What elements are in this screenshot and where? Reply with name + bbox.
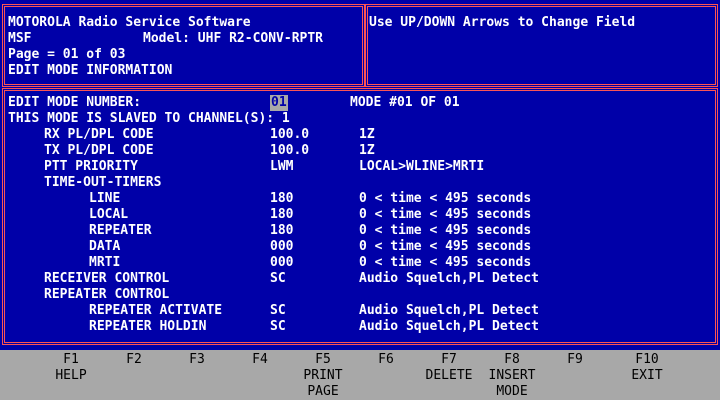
f8-key-name: F8 — [504, 352, 520, 367]
f1-key[interactable]: F1 HELP — [46, 352, 96, 384]
tot-local-field[interactable]: 180 — [270, 207, 293, 223]
repeater-holdin-label: REPEATER HOLDIN — [89, 319, 207, 334]
tot-data-field[interactable]: 000 — [270, 239, 293, 255]
repeater-holdin-field[interactable]: SC — [270, 319, 286, 335]
function-key-bar: F1 HELP F2 F3 F4 F5 PRINT PAGE F6 F7 DELETE… — [0, 350, 720, 400]
f8-key[interactable]: F8 INSERT MODE — [482, 352, 542, 400]
receiver-control-label: RECEIVER CONTROL — [44, 271, 170, 286]
f5-key-label: PRINT PAGE — [303, 368, 343, 399]
f5-key[interactable]: F5 PRINT PAGE — [298, 352, 348, 400]
repeater-activate-label: REPEATER ACTIVATE — [89, 303, 223, 318]
f7-key[interactable]: F7 DELETE — [420, 352, 478, 384]
tot-data-desc: 0 < time < 495 seconds — [359, 239, 532, 254]
tot-repeater-desc: 0 < time < 495 seconds — [359, 223, 532, 238]
receiver-control-desc: Audio Squelch,PL Detect — [359, 271, 540, 286]
tot-line-label: LINE — [89, 191, 121, 206]
rx-code-desc: 1Z — [359, 127, 375, 142]
repeater-activate-field[interactable]: SC — [270, 303, 286, 319]
f4-key[interactable]: F4 — [235, 352, 285, 368]
slaved-channels: THIS MODE IS SLAVED TO CHANNEL(S): 1 — [8, 111, 290, 126]
f9-key[interactable]: F9 — [550, 352, 600, 368]
f10-key[interactable]: F10 EXIT — [620, 352, 674, 384]
tot-data-label: DATA — [89, 239, 121, 254]
rx-code-field[interactable]: 100.0 — [270, 127, 309, 143]
f7-key-name: F7 — [441, 352, 457, 367]
f6-key[interactable]: F6 — [361, 352, 411, 368]
ptt-priority-label: PTT PRIORITY — [44, 159, 138, 174]
f3-key-name: F3 — [189, 352, 205, 367]
time-out-timers-label: TIME-OUT-TIMERS — [44, 175, 162, 190]
rss-screen: MOTOROLA Radio Service Software MSF Mode… — [0, 0, 720, 400]
tx-code-label: TX PL/DPL CODE — [44, 143, 154, 158]
f6-key-name: F6 — [378, 352, 394, 367]
repeater-control-label: REPEATER CONTROL — [44, 287, 170, 302]
f4-key-name: F4 — [252, 352, 268, 367]
rx-code-label: RX PL/DPL CODE — [44, 127, 154, 142]
f10-key-label: EXIT — [631, 368, 663, 383]
navigation-hint: Use UP/DOWN Arrows to Change Field — [369, 15, 636, 30]
tx-code-field[interactable]: 100.0 — [270, 143, 309, 159]
tot-line-desc: 0 < time < 495 seconds — [359, 191, 532, 206]
radio-model: Model: UHF R2-CONV-RPTR — [143, 31, 324, 46]
ptt-priority-field[interactable]: LWM — [270, 159, 293, 175]
mode-count: MODE #01 OF 01 — [350, 95, 460, 110]
edit-mode-number-field[interactable]: 01 — [270, 95, 288, 111]
repeater-activate-desc: Audio Squelch,PL Detect — [359, 303, 540, 318]
tot-line-field[interactable]: 180 — [270, 191, 293, 207]
f1-key-name: F1 — [63, 352, 79, 367]
tot-local-desc: 0 < time < 495 seconds — [359, 207, 532, 222]
tot-repeater-label: REPEATER — [89, 223, 152, 238]
tot-mrti-label: MRTI — [89, 255, 121, 270]
f10-key-name: F10 — [635, 352, 659, 367]
repeater-holdin-desc: Audio Squelch,PL Detect — [359, 319, 540, 334]
section-title: EDIT MODE INFORMATION — [8, 63, 173, 78]
tot-repeater-field[interactable]: 180 — [270, 223, 293, 239]
f3-key[interactable]: F3 — [172, 352, 222, 368]
f2-key[interactable]: F2 — [109, 352, 159, 368]
ptt-priority-desc: LOCAL>WLINE>MRTI — [359, 159, 485, 174]
f9-key-name: F9 — [567, 352, 583, 367]
f7-key-label: DELETE — [425, 368, 473, 383]
tx-code-desc: 1Z — [359, 143, 375, 158]
radio-id: MSF — [8, 31, 32, 46]
f5-key-name: F5 — [315, 352, 331, 367]
receiver-control-field[interactable]: SC — [270, 271, 286, 287]
f2-key-name: F2 — [126, 352, 142, 367]
app-title: MOTOROLA Radio Service Software — [8, 15, 251, 30]
edit-mode-number-label: EDIT MODE NUMBER: — [8, 95, 142, 110]
page-indicator: Page = 01 of 03 — [8, 47, 126, 62]
f8-key-label: INSERT MODE — [488, 368, 536, 399]
f1-key-label: HELP — [55, 368, 87, 383]
tot-local-label: LOCAL — [89, 207, 129, 222]
tot-mrti-field[interactable]: 000 — [270, 255, 293, 271]
tot-mrti-desc: 0 < time < 495 seconds — [359, 255, 532, 270]
